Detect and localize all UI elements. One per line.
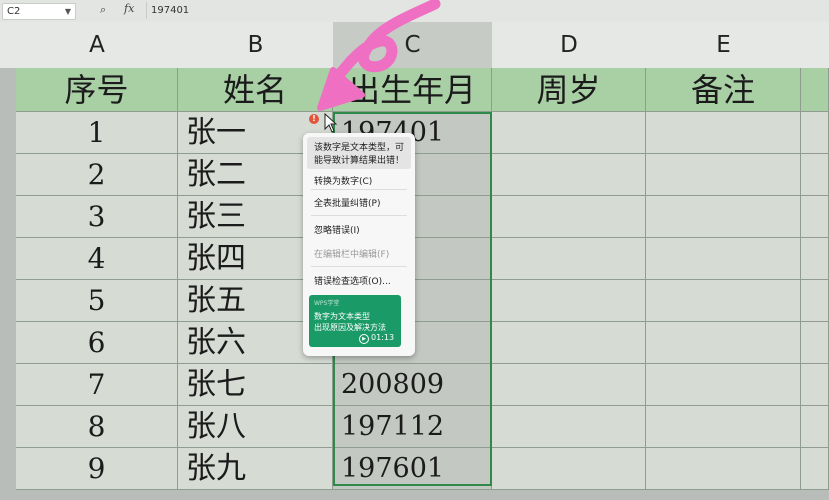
header-cell-age[interactable]: 周岁 [492, 68, 646, 112]
help-video-card[interactable]: WPS学堂 数字为文本类型 出现原因及解决方法 ▶ 01:13 [309, 295, 401, 347]
error-warning-icon[interactable]: ! [309, 114, 319, 124]
cell-age[interactable] [492, 196, 646, 238]
menu-item-error-options[interactable]: 错误检查选项(O)... [314, 274, 391, 287]
cell-index[interactable]: 8 [16, 406, 178, 448]
name-box[interactable]: C2 ▼ [2, 3, 76, 20]
video-duration: 01:13 [371, 333, 395, 342]
cell-age[interactable] [492, 406, 646, 448]
play-icon[interactable]: ▶ [359, 334, 369, 344]
cell-index[interactable]: 7 [16, 364, 178, 406]
formula-bar: C2 ▼ ⌕ fx 197401 [0, 0, 829, 23]
cell-age[interactable] [492, 448, 646, 490]
header-cell-notes[interactable]: 备注 [646, 68, 801, 112]
column-header-a[interactable]: A [16, 22, 179, 68]
corner-cell[interactable] [0, 22, 17, 68]
cell-empty[interactable] [801, 364, 829, 406]
menu-divider [311, 266, 407, 267]
column-header-e[interactable]: E [646, 22, 802, 68]
cell-notes[interactable] [646, 322, 801, 364]
header-cell-name[interactable]: 姓名 [178, 68, 333, 112]
menu-divider [311, 215, 407, 216]
header-cell-index[interactable]: 序号 [16, 68, 178, 112]
cell-empty[interactable] [801, 196, 829, 238]
cell-age[interactable] [492, 280, 646, 322]
menu-item-convert-number[interactable]: 转换为数字(C) [314, 174, 372, 187]
cell-notes[interactable] [646, 448, 801, 490]
cell-empty[interactable] [801, 406, 829, 448]
cell-index[interactable]: 3 [16, 196, 178, 238]
video-tag: WPS学堂 [314, 300, 340, 307]
cell-index[interactable]: 6 [16, 322, 178, 364]
name-box-value: C2 [7, 6, 21, 17]
cell-notes[interactable] [646, 196, 801, 238]
zoom-icon[interactable]: ⌕ [100, 3, 106, 17]
cell-empty[interactable] [801, 448, 829, 490]
cell-index[interactable]: 1 [16, 112, 178, 154]
cell-name[interactable]: 张九 [178, 448, 333, 490]
cell-index[interactable]: 2 [16, 154, 178, 196]
mouse-cursor-icon [324, 113, 338, 133]
cell-index[interactable]: 9 [16, 448, 178, 490]
formula-input[interactable]: 197401 [146, 2, 829, 19]
column-header-c[interactable]: C [333, 22, 493, 68]
cell-age[interactable] [492, 238, 646, 280]
fx-icon[interactable]: fx [124, 2, 134, 15]
error-message-line2: 能导致计算结果出错！ [314, 156, 405, 166]
cell-empty[interactable] [801, 280, 829, 322]
video-title-line1: 数字为文本类型 [314, 312, 370, 321]
header-cell-birth[interactable]: 出生年月 [333, 68, 492, 112]
column-header-f[interactable] [801, 22, 829, 68]
menu-item-ignore-error[interactable]: 忽略错误(I) [314, 223, 360, 236]
cell-age[interactable] [492, 364, 646, 406]
cell-notes[interactable] [646, 154, 801, 196]
cell-empty[interactable] [801, 322, 829, 364]
cell-notes[interactable] [646, 112, 801, 154]
cell-notes[interactable] [646, 364, 801, 406]
column-header-d[interactable]: D [492, 22, 647, 68]
menu-divider [311, 189, 407, 190]
error-check-menu: 该数字是文本类型，可 能导致计算结果出错！ 转换为数字(C) 全表批量纠错(P)… [303, 133, 415, 356]
cell-empty[interactable] [801, 154, 829, 196]
column-header-b[interactable]: B [178, 22, 334, 68]
menu-item-edit-in-formula-bar[interactable]: 在编辑栏中编辑(F) [314, 247, 389, 260]
cell-notes[interactable] [646, 406, 801, 448]
cell-index[interactable]: 4 [16, 238, 178, 280]
chevron-down-icon[interactable]: ▼ [65, 4, 71, 19]
error-message-line1: 该数字是文本类型，可 [314, 143, 405, 153]
cell-notes[interactable] [646, 238, 801, 280]
cell-notes[interactable] [646, 280, 801, 322]
cell-empty[interactable] [801, 112, 829, 154]
menu-item-batch-fix[interactable]: 全表批量纠错(P) [314, 196, 380, 209]
cell-name[interactable]: 张八 [178, 406, 333, 448]
cell-index[interactable]: 5 [16, 280, 178, 322]
header-cell-empty[interactable] [801, 68, 829, 112]
video-title-line2: 出现原因及解决方法 [314, 323, 386, 332]
cell-age[interactable] [492, 154, 646, 196]
cell-age[interactable] [492, 322, 646, 364]
cell-name[interactable]: 张七 [178, 364, 333, 406]
cell-empty[interactable] [801, 238, 829, 280]
cell-age[interactable] [492, 112, 646, 154]
